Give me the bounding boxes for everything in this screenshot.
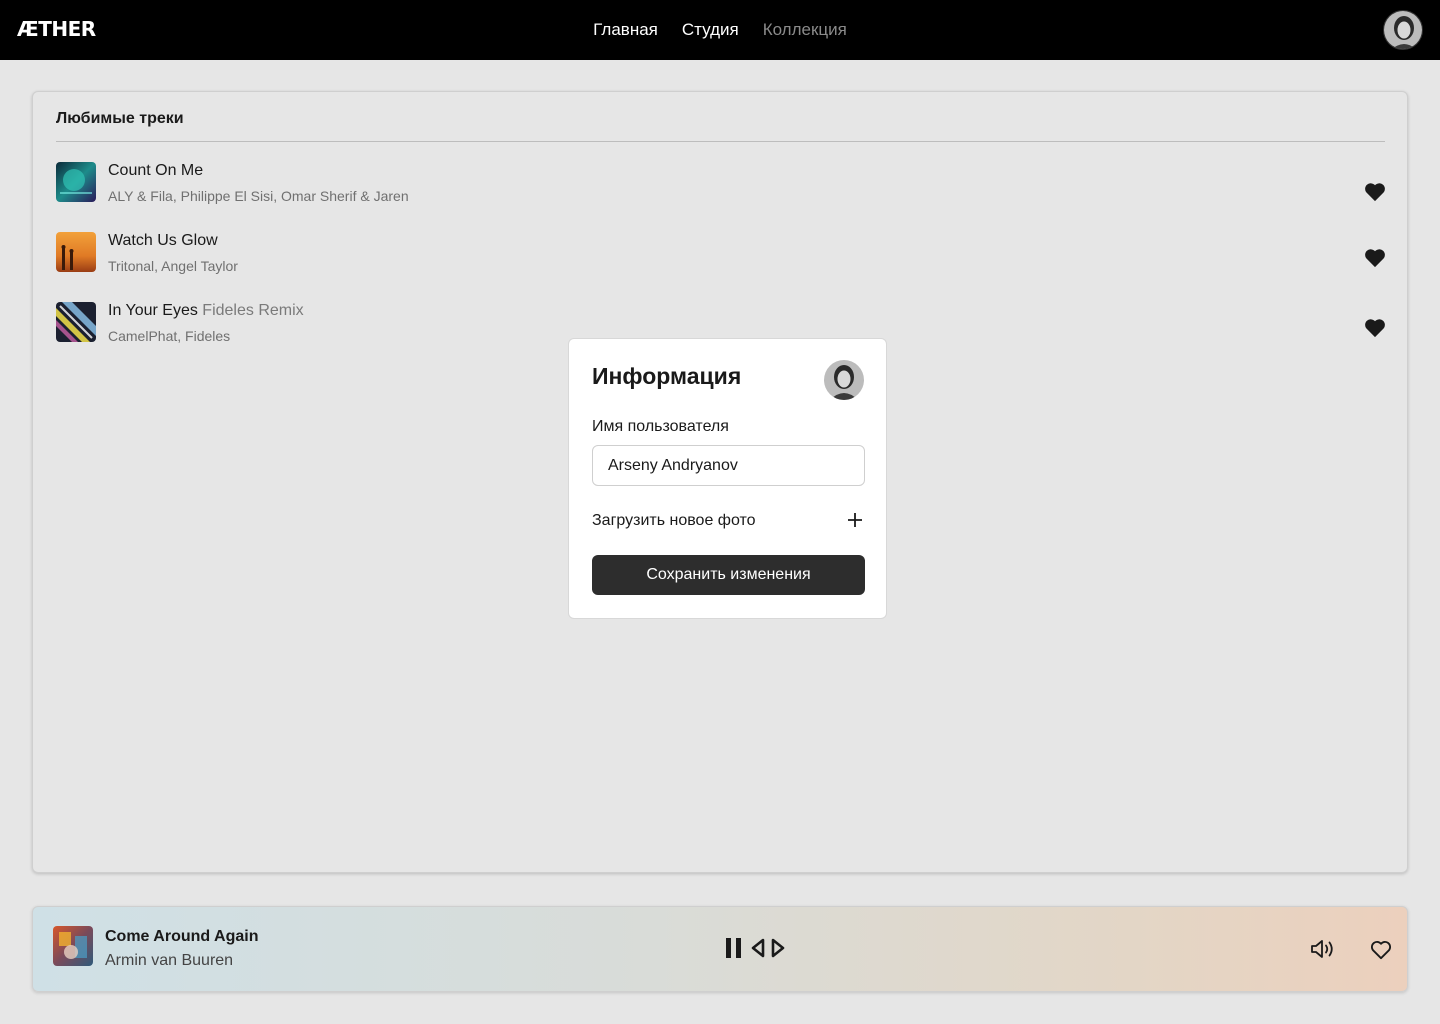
modal-title: Информация xyxy=(592,363,742,389)
track-artists[interactable]: CamelPhat, Fideles xyxy=(108,328,230,344)
heart-icon[interactable] xyxy=(1364,248,1386,268)
top-bar: ÆTHER Главная Студия Коллекция xyxy=(0,0,1440,60)
divider xyxy=(56,141,1385,142)
track-cover xyxy=(56,162,96,202)
heart-icon[interactable] xyxy=(1364,318,1386,338)
nav-item-studio[interactable]: Студия xyxy=(682,20,739,40)
track-row[interactable]: Watch Us Glow Tritonal, Angel Taylor xyxy=(56,232,1386,280)
user-avatar[interactable] xyxy=(1383,10,1423,50)
next-icon[interactable] xyxy=(771,938,785,958)
upload-photo-label: Загрузить новое фото xyxy=(592,512,756,529)
profile-info-modal: Информация Имя пользователя Загрузить но… xyxy=(568,338,887,619)
now-playing-cover xyxy=(53,926,93,966)
plus-icon xyxy=(848,513,862,527)
panel-title: Любимые треки xyxy=(56,110,184,127)
prev-icon[interactable] xyxy=(751,938,765,958)
upload-photo-button[interactable]: Загрузить новое фото xyxy=(592,511,865,531)
nav-item-home[interactable]: Главная xyxy=(593,20,658,40)
heart-outline-icon[interactable] xyxy=(1370,940,1392,960)
track-artists[interactable]: Tritonal, Angel Taylor xyxy=(108,258,238,274)
track-artists[interactable]: ALY & Fila, Philippe El Sisi, Omar Sheri… xyxy=(108,188,409,204)
heart-icon[interactable] xyxy=(1364,182,1386,202)
username-input[interactable] xyxy=(592,445,865,486)
player-bar: Come Around Again Armin van Buuren xyxy=(32,906,1408,992)
track-title[interactable]: Count On Me xyxy=(108,162,203,180)
track-row[interactable]: Count On Me ALY & Fila, Philippe El Sisi… xyxy=(56,162,1386,210)
now-playing-artist[interactable]: Armin van Buuren xyxy=(105,952,233,970)
track-cover xyxy=(56,232,96,272)
main-nav: Главная Студия Коллекция xyxy=(0,20,1440,40)
track-title[interactable]: Watch Us Glow xyxy=(108,232,218,250)
save-changes-button[interactable]: Сохранить изменения xyxy=(592,555,865,595)
track-title[interactable]: In Your Eyes Fideles Remix xyxy=(108,302,304,320)
pause-icon[interactable] xyxy=(725,938,743,958)
nav-item-collection[interactable]: Коллекция xyxy=(763,20,847,40)
profile-avatar xyxy=(824,360,864,400)
volume-icon[interactable] xyxy=(1310,939,1336,959)
now-playing-title[interactable]: Come Around Again xyxy=(105,928,258,946)
track-cover xyxy=(56,302,96,342)
track-remix: Fideles Remix xyxy=(202,302,304,319)
username-label: Имя пользователя xyxy=(592,418,729,435)
